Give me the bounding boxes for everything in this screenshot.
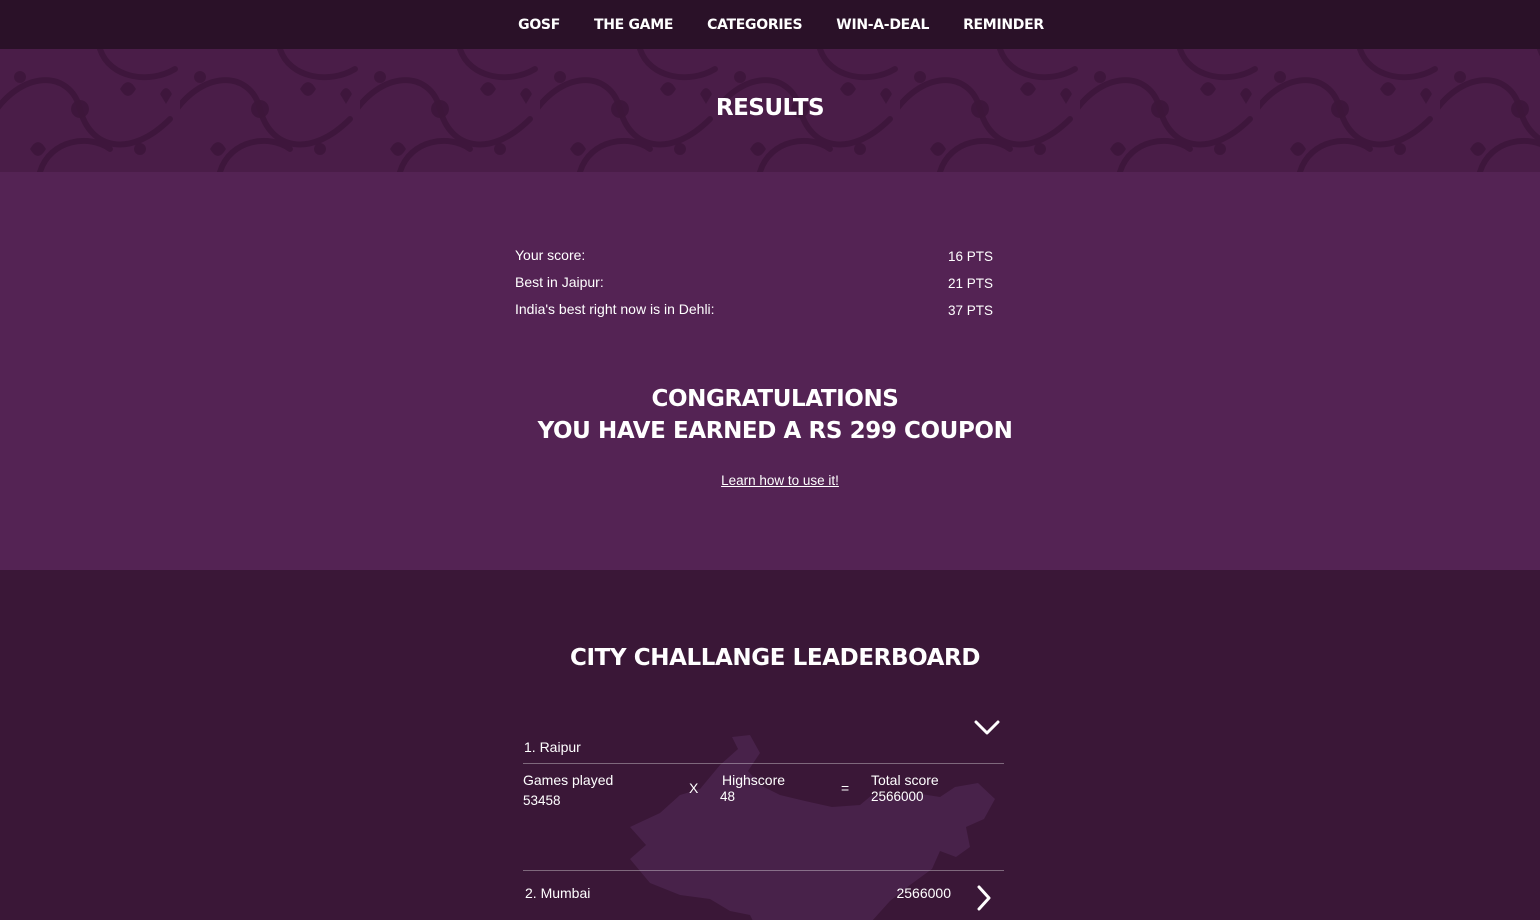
score-row-best-in-city: Best in Jaipur: 21 PTS — [515, 274, 993, 301]
multiply-symbol: X — [689, 780, 699, 796]
score-label: Your score: — [515, 247, 586, 263]
games-played-label: Games played — [523, 772, 614, 788]
nav-link-win-a-deal[interactable]: WIN-A-DEAL — [836, 17, 929, 33]
total-score-label: Total score — [871, 772, 939, 788]
city-name: 1. Raipur — [524, 739, 581, 755]
total-score-value: 2566000 — [871, 789, 924, 804]
city-leaderboard-section: CITY CHALLANGE LEADERBOARD 1. Raipur Gam… — [0, 570, 1540, 920]
games-played-stat: Games played 53458 — [523, 772, 613, 808]
total-score-stat: Total score 2566000 — [871, 772, 939, 804]
top-navigation: GOSF THE GAME CATEGORIES WIN-A-DEAL REMI… — [0, 0, 1540, 49]
chevron-down-icon[interactable] — [974, 720, 1000, 741]
games-played-value: 53458 — [523, 793, 561, 808]
city-stats-panel: Games played 53458 X Highscore 48 = Tota… — [523, 772, 1004, 870]
city-name: 2. Mumbai — [525, 885, 591, 901]
nav-link-gosf[interactable]: GOSF — [518, 17, 560, 33]
score-value: 21 PTS — [947, 276, 993, 291]
score-row-your-score: Your score: 16 PTS — [515, 247, 993, 274]
page-title: RESULTS — [715, 95, 825, 121]
leaderboard-row-expanded[interactable]: 1. Raipur — [523, 710, 1004, 764]
congratulations-heading: CONGRATULATIONS YOU HAVE EARNED A RS 299… — [0, 383, 1540, 447]
score-label: Best in Jaipur: — [515, 274, 604, 290]
score-value: 37 PTS — [947, 303, 993, 318]
city-total-score: 2566000 — [896, 885, 951, 901]
chevron-right-icon[interactable] — [976, 885, 992, 916]
highscore-value: 48 — [720, 789, 736, 804]
score-label: India's best right now is in Dehli: — [515, 301, 715, 317]
nav-link-reminder[interactable]: REMINDER — [963, 17, 1044, 33]
results-section: Your score: 16 PTS Best in Jaipur: 21 PT… — [0, 172, 1540, 570]
highscore-stat: Highscore 48 — [720, 772, 786, 804]
congratulations-line: CONGRATULATIONS — [651, 386, 899, 412]
nav-link-categories[interactable]: CATEGORIES — [707, 17, 802, 33]
nav-link-the-game[interactable]: THE GAME — [594, 17, 673, 33]
equals-symbol: = — [841, 780, 850, 796]
score-table: Your score: 16 PTS Best in Jaipur: 21 PT… — [515, 247, 993, 328]
coupon-earned-line: YOU HAVE EARNED A RS 299 COUPON — [537, 418, 1013, 444]
leaderboard-row-collapsed[interactable]: 2. Mumbai 2566000 — [523, 870, 1004, 920]
highscore-label: Highscore — [722, 772, 786, 788]
score-row-india-best: India's best right now is in Dehli: 37 P… — [515, 301, 993, 328]
results-banner: RESULTS — [0, 49, 1540, 172]
learn-how-to-use-link[interactable]: Learn how to use it! — [0, 473, 1540, 488]
score-value: 16 PTS — [947, 249, 993, 264]
leaderboard-title: CITY CHALLANGE LEADERBOARD — [569, 645, 981, 671]
